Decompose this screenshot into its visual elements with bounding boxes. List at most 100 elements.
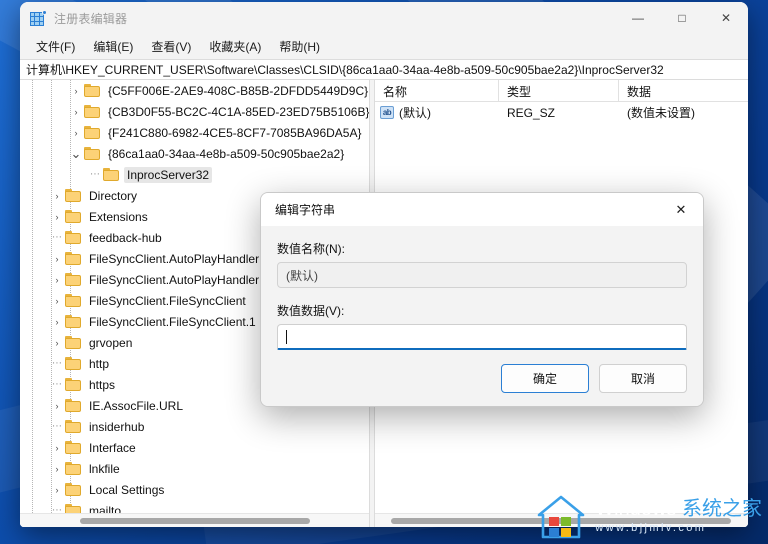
chevron-right-icon[interactable]: › bbox=[49, 269, 65, 290]
folder-icon bbox=[84, 147, 100, 160]
dialog-body: 数值名称(N): (默认) 数值数据(V): bbox=[261, 226, 703, 364]
maximize-button[interactable]: □ bbox=[660, 2, 704, 34]
dialog-title: 编辑字符串 bbox=[275, 203, 336, 217]
address-path: 计算机\HKEY_CURRENT_USER\Software\Classes\C… bbox=[26, 63, 664, 77]
tree-item[interactable]: › Interface bbox=[20, 437, 369, 458]
ok-button[interactable]: 确定 bbox=[501, 364, 589, 393]
tree-horizontal-scrollbar[interactable] bbox=[20, 513, 369, 527]
tree-item[interactable]: ⋯ insiderhub bbox=[20, 416, 369, 437]
tree-item-label: Interface bbox=[89, 440, 136, 455]
value-data-label: 数值数据(V): bbox=[277, 304, 345, 318]
tree-item-label: {CB3D0F55-BC2C-4C1A-85ED-23ED75B5106B} bbox=[108, 104, 369, 119]
chevron-right-icon[interactable]: › bbox=[49, 479, 65, 500]
chevron-right-icon[interactable]: › bbox=[49, 290, 65, 311]
tree-item[interactable]: ⌄ {86ca1aa0-34aa-4e8b-a509-50c905bae2a2} bbox=[20, 143, 369, 164]
registry-editor-window: 注册表编辑器 — □ ✕ 文件(F) 编辑(E) 查看(V) 收藏夹(A) 帮助… bbox=[20, 2, 748, 527]
value-name-text: (默认) bbox=[286, 268, 318, 283]
column-data[interactable]: 数据 bbox=[619, 80, 748, 102]
values-column-header: 名称 类型 数据 bbox=[375, 80, 748, 102]
value-type-cell: REG_SZ bbox=[507, 105, 556, 120]
table-row[interactable]: ab (默认) REG_SZ (数值未设置) bbox=[375, 102, 748, 123]
chevron-right-icon[interactable]: › bbox=[49, 437, 65, 458]
minimize-button[interactable]: — bbox=[616, 2, 660, 34]
menu-edit[interactable]: 编辑(E) bbox=[85, 35, 141, 58]
tree-item[interactable]: › {C5FF006E-2AE9-408C-B85B-2DFDD5449D9C} bbox=[20, 80, 369, 101]
tree-leaf-marker: ⋯ bbox=[52, 379, 62, 390]
tree-item-label: InprocServer32 bbox=[124, 166, 213, 183]
tree-item-label: FileSyncClient.FileSyncClient bbox=[89, 293, 246, 308]
chevron-right-icon[interactable]: › bbox=[68, 101, 84, 122]
tree-leaf-marker: ⋯ bbox=[52, 358, 62, 369]
string-value-icon: ab bbox=[380, 106, 394, 119]
edit-string-dialog: 编辑字符串 ✕ 数值名称(N): (默认) 数值数据(V): 确定 取消 bbox=[260, 192, 704, 407]
folder-icon bbox=[65, 483, 81, 496]
menu-bar: 文件(F) 编辑(E) 查看(V) 收藏夹(A) 帮助(H) bbox=[20, 34, 748, 59]
tree-item-label: {86ca1aa0-34aa-4e8b-a509-50c905bae2a2} bbox=[108, 146, 345, 161]
dialog-title-bar[interactable]: 编辑字符串 ✕ bbox=[261, 193, 703, 226]
folder-icon bbox=[65, 420, 81, 433]
chevron-right-icon[interactable]: › bbox=[49, 248, 65, 269]
cancel-button[interactable]: 取消 bbox=[599, 364, 687, 393]
value-name-cell: ab (默认) bbox=[375, 104, 499, 121]
tree-item-label: insiderhub bbox=[89, 419, 145, 434]
tree-item-label: http bbox=[89, 356, 110, 371]
folder-icon bbox=[65, 462, 81, 475]
tree-leaf-marker: ⋯ bbox=[52, 421, 62, 432]
chevron-right-icon[interactable]: › bbox=[49, 311, 65, 332]
tree-item-label: https bbox=[89, 377, 116, 392]
chevron-right-icon[interactable]: › bbox=[49, 185, 65, 206]
value-name-text: (默认) bbox=[399, 106, 431, 120]
tree-item-label: Local Settings bbox=[89, 482, 165, 497]
tree-item-label: FileSyncClient.AutoPlayHandler bbox=[89, 251, 260, 266]
tree-item[interactable]: › {CB3D0F55-BC2C-4C1A-85ED-23ED75B5106B} bbox=[20, 101, 370, 122]
tree-item-label: feedback-hub bbox=[89, 230, 162, 245]
tree-item-label: mailto bbox=[89, 503, 122, 514]
tree-item[interactable]: › {F241C880-6982-4CE5-8CF7-7085BA96DA5A} bbox=[20, 122, 369, 143]
chevron-right-icon[interactable]: › bbox=[49, 395, 65, 416]
tree-item-label: FileSyncClient.FileSyncClient.1 bbox=[89, 314, 256, 329]
text-caret bbox=[286, 329, 287, 344]
tree-item[interactable]: › Local Settings bbox=[20, 479, 369, 500]
tree-item[interactable]: ⋯ mailto bbox=[20, 500, 369, 513]
close-button[interactable]: ✕ bbox=[704, 2, 748, 34]
chevron-right-icon[interactable]: › bbox=[68, 122, 84, 143]
chevron-right-icon[interactable]: › bbox=[49, 206, 65, 227]
column-type[interactable]: 类型 bbox=[499, 80, 619, 102]
tree-item[interactable]: ⋯ InprocServer32 bbox=[20, 164, 369, 185]
folder-icon bbox=[65, 504, 81, 513]
menu-help[interactable]: 帮助(H) bbox=[271, 35, 328, 58]
dialog-buttons: 确定 取消 bbox=[261, 364, 703, 406]
tree-item-label: Directory bbox=[89, 188, 138, 203]
folder-icon bbox=[65, 189, 81, 202]
tree-item-label: IE.AssocFile.URL bbox=[89, 398, 184, 413]
tree-item-label: lnkfile bbox=[89, 461, 120, 476]
folder-icon bbox=[84, 84, 100, 97]
tree-item-label: grvopen bbox=[89, 335, 133, 350]
tree-item-label: {F241C880-6982-4CE5-8CF7-7085BA96DA5A} bbox=[108, 125, 362, 140]
folder-icon bbox=[65, 441, 81, 454]
title-bar[interactable]: 注册表编辑器 — □ ✕ bbox=[20, 2, 748, 34]
tree-item[interactable]: › lnkfile bbox=[20, 458, 369, 479]
folder-icon bbox=[84, 105, 100, 118]
tree-item-label: FileSyncClient.AutoPlayHandler bbox=[89, 272, 260, 287]
window-title: 注册表编辑器 bbox=[54, 11, 128, 26]
value-data-input[interactable] bbox=[277, 324, 687, 350]
address-bar[interactable]: 计算机\HKEY_CURRENT_USER\Software\Classes\C… bbox=[20, 59, 748, 80]
menu-file[interactable]: 文件(F) bbox=[28, 35, 83, 58]
tree-item-label: {C5FF006E-2AE9-408C-B85B-2DFDD5449D9C} bbox=[108, 83, 369, 98]
dialog-close-icon[interactable]: ✕ bbox=[659, 193, 703, 226]
tree-leaf-marker: ⋯ bbox=[90, 169, 100, 180]
column-name[interactable]: 名称 bbox=[375, 80, 499, 102]
chevron-down-icon[interactable]: ⌄ bbox=[68, 143, 84, 164]
values-horizontal-scrollbar[interactable] bbox=[375, 513, 748, 527]
value-name-input[interactable]: (默认) bbox=[277, 262, 687, 288]
chevron-right-icon[interactable]: › bbox=[49, 332, 65, 353]
folder-icon bbox=[65, 336, 81, 349]
chevron-right-icon[interactable]: › bbox=[68, 80, 84, 101]
chevron-right-icon[interactable]: › bbox=[49, 458, 65, 479]
menu-view[interactable]: 查看(V) bbox=[143, 35, 199, 58]
folder-icon bbox=[65, 294, 81, 307]
menu-favorites[interactable]: 收藏夹(A) bbox=[201, 35, 269, 58]
folder-icon bbox=[65, 273, 81, 286]
folder-icon bbox=[84, 126, 100, 139]
